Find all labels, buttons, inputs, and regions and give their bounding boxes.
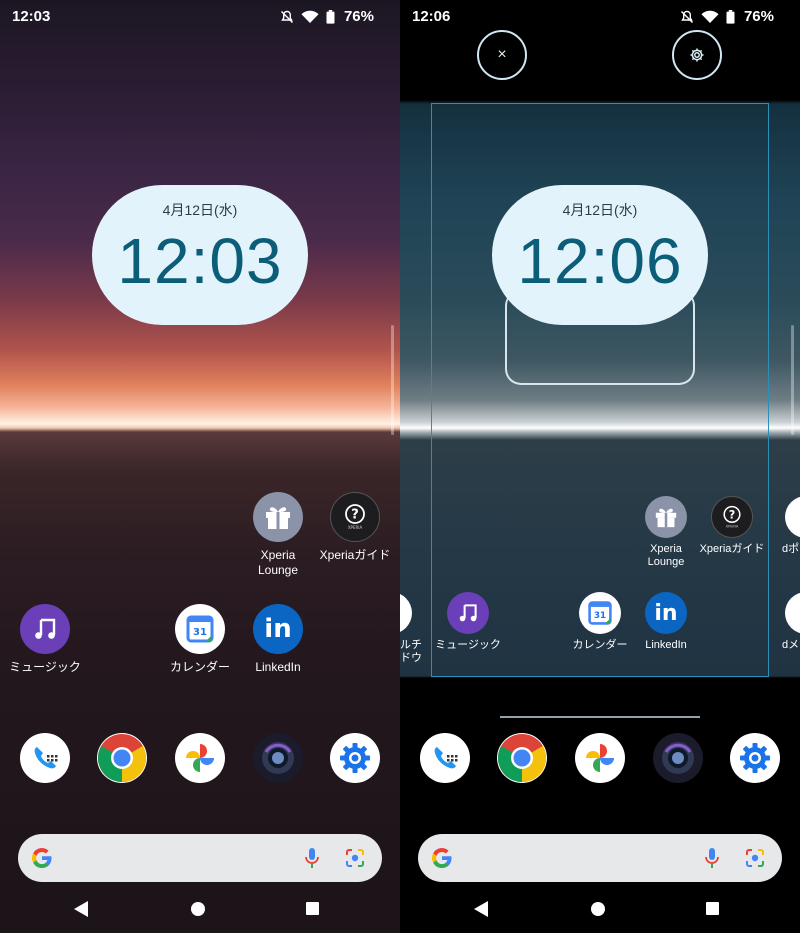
home-icon[interactable] (591, 902, 605, 916)
photos-icon[interactable] (175, 733, 225, 783)
clock-date: 4月12日(水) (562, 202, 638, 218)
settings-icon[interactable] (730, 733, 780, 783)
question-icon: ? XPERIA (711, 496, 753, 538)
recents-icon[interactable] (706, 902, 719, 915)
camera-icon[interactable] (653, 733, 703, 783)
chrome-icon[interactable] (497, 733, 547, 783)
app-music[interactable]: ミュージック (434, 592, 502, 652)
home-screen-normal: 12:03 76% 4月12日(水) 12:03 Xperia Lounge ?… (0, 0, 400, 933)
page-edge-handle (791, 325, 794, 435)
close-edit-button[interactable]: × (477, 30, 527, 80)
app-label: Xperiaガイド (699, 543, 765, 555)
svg-text:XPERIA: XPERIA (348, 525, 363, 530)
battery-percent: 76% (343, 8, 374, 25)
question-icon: ? XPERIA (330, 492, 380, 542)
app-music[interactable]: ミュージック (5, 604, 85, 675)
app-linkedin[interactable]: in LinkedIn (238, 604, 318, 675)
settings-icon[interactable] (330, 733, 380, 783)
app-label: Xperia Lounge (257, 548, 299, 577)
page-edge-handle (391, 325, 394, 435)
phone-icon[interactable] (20, 733, 70, 783)
clock-widget[interactable]: 4月12日(水) 12:03 (92, 185, 308, 325)
app-xperia-lounge[interactable]: Xperia Lounge (238, 492, 318, 578)
app-label: ミュージック (9, 660, 81, 674)
battery-icon (726, 9, 735, 24)
status-bar: 12:06 76% (400, 0, 800, 32)
app-calendar[interactable]: 31 カレンダー (566, 592, 634, 652)
svg-text:?: ? (729, 508, 736, 521)
back-icon[interactable] (474, 901, 488, 917)
status-time: 12:06 (412, 8, 451, 25)
partial-app-label-right-bottom: dメ (782, 639, 800, 651)
calendar-day: 31 (193, 627, 207, 638)
home-screen-edit-mode: 12:06 76% × 4月12日(水) 12:06 Xperia Lounge… (400, 0, 800, 933)
app-xperia-guide[interactable]: ? XPERIA Xperiaガイド (698, 496, 766, 556)
app-xperia-lounge[interactable]: Xperia Lounge (632, 496, 700, 569)
photos-icon[interactable] (575, 733, 625, 783)
app-label: カレンダー (169, 660, 230, 674)
recents-icon[interactable] (306, 902, 319, 915)
clock-time: 12:06 (517, 225, 683, 297)
navigation-bar (0, 897, 400, 921)
partial-app-label-left: ルチ ドウ (400, 639, 422, 664)
google-g-icon (432, 848, 452, 868)
status-bar: 12:03 76% (0, 0, 400, 32)
app-label: LinkedIn (645, 639, 687, 651)
app-label: Xperiaガイド (319, 548, 391, 562)
google-search-bar[interactable] (418, 834, 782, 882)
svg-text:?: ? (351, 508, 359, 523)
app-calendar[interactable]: 31 カレンダー (160, 604, 240, 675)
linkedin-icon: in (645, 592, 687, 634)
music-note-icon (447, 592, 489, 634)
wallpaper (0, 0, 400, 933)
app-linkedin[interactable]: in LinkedIn (632, 592, 700, 652)
music-note-icon (20, 604, 70, 654)
calendar-day: 31 (594, 611, 606, 621)
google-g-icon (32, 848, 52, 868)
svg-text:XPERIA: XPERIA (726, 524, 739, 528)
dnd-off-icon (680, 10, 693, 23)
wifi-icon (701, 10, 719, 23)
gift-icon (253, 492, 303, 542)
status-time: 12:03 (12, 8, 51, 25)
chrome-icon[interactable] (97, 733, 147, 783)
clock-date: 4月12日(水) (162, 202, 238, 218)
app-label: ミュージック (435, 639, 501, 651)
lens-icon[interactable] (344, 847, 366, 869)
battery-icon (326, 9, 335, 24)
page-indicator-line (500, 716, 700, 718)
app-xperia-guide[interactable]: ? XPERIA Xperiaガイド (315, 492, 395, 563)
home-icon[interactable] (191, 902, 205, 916)
close-icon: × (497, 46, 507, 63)
mic-icon[interactable] (704, 846, 720, 870)
back-icon[interactable] (74, 901, 88, 917)
wifi-icon (301, 10, 319, 23)
partial-app-label-right-top: dポ (782, 543, 800, 555)
calendar-icon: 31 (175, 604, 225, 654)
home-settings-button[interactable] (672, 30, 722, 80)
calendar-icon: 31 (579, 592, 621, 634)
navigation-bar (400, 897, 800, 921)
battery-percent: 76% (743, 8, 774, 25)
clock-widget[interactable]: 4月12日(水) 12:06 (492, 185, 708, 325)
gift-icon (645, 496, 687, 538)
app-label: LinkedIn (255, 660, 301, 674)
gear-icon (690, 48, 704, 62)
linkedin-icon: in (253, 604, 303, 654)
clock-time: 12:03 (117, 225, 283, 297)
app-label: Xperia Lounge (647, 543, 685, 568)
phone-icon[interactable] (420, 733, 470, 783)
lens-icon[interactable] (744, 847, 766, 869)
google-search-bar[interactable] (18, 834, 382, 882)
camera-icon[interactable] (253, 733, 303, 783)
dnd-off-icon (280, 10, 293, 23)
app-label: カレンダー (572, 639, 628, 651)
mic-icon[interactable] (304, 846, 320, 870)
